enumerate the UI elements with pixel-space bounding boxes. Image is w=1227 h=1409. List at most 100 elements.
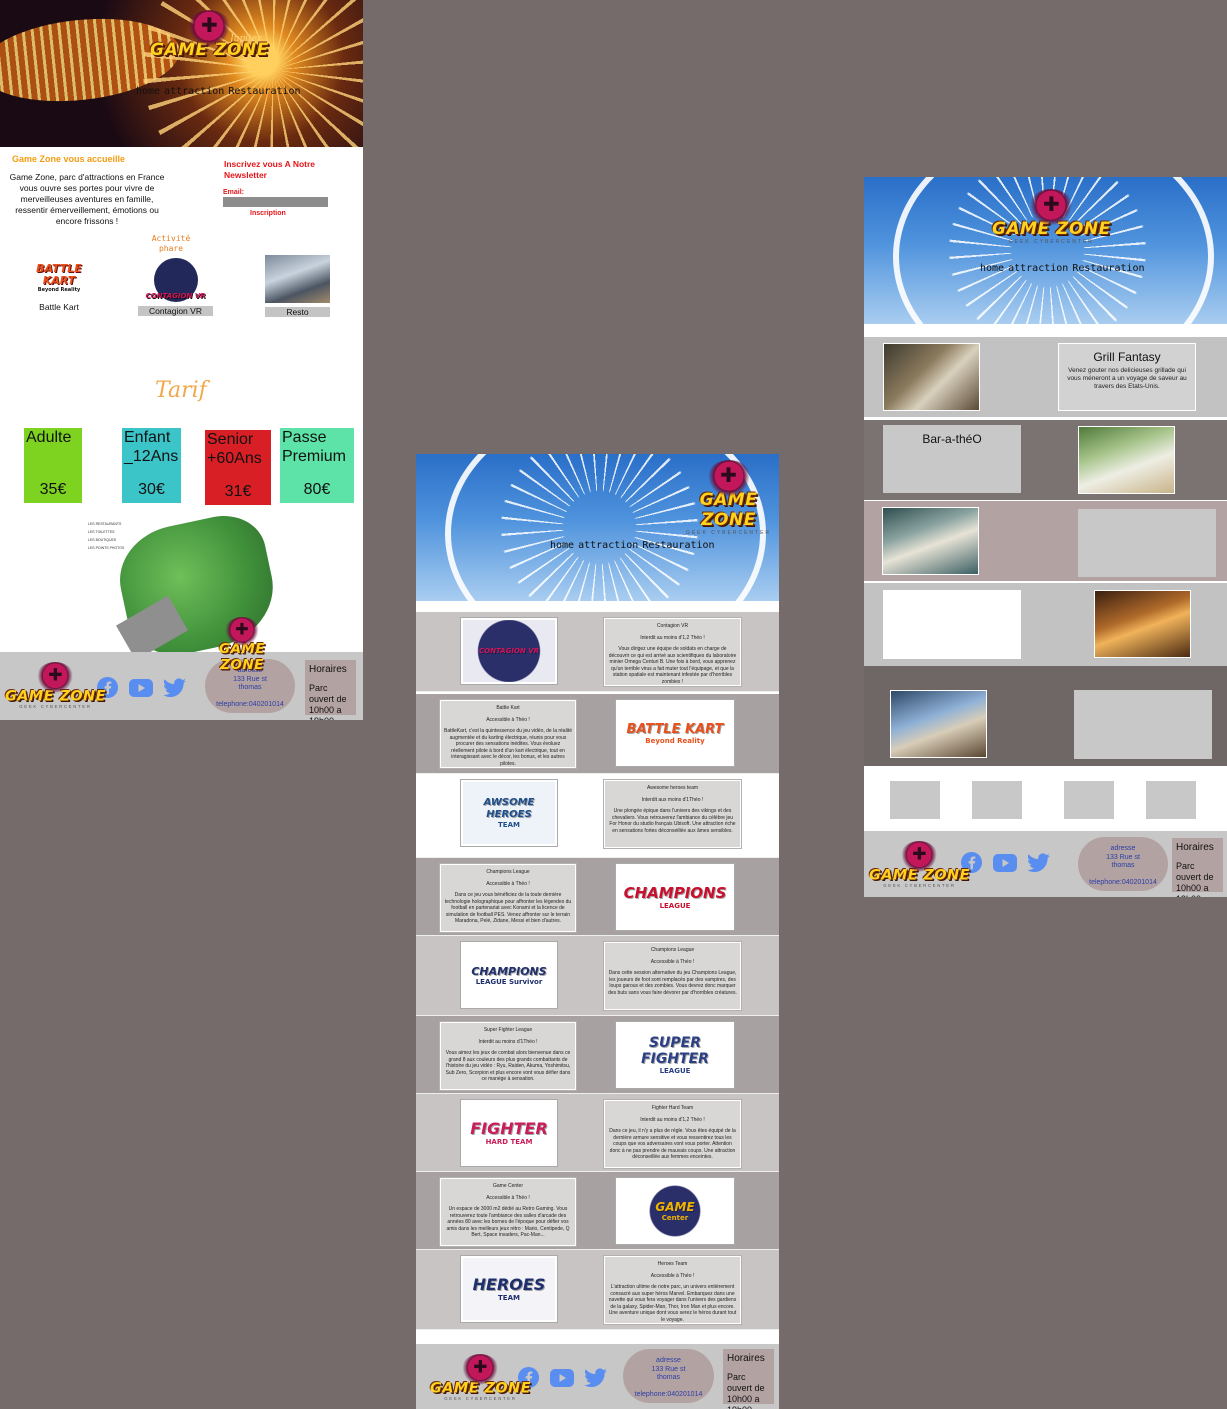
gamepad-icon (900, 841, 939, 872)
attraction-logo[interactable]: BATTLE KART Beyond Reality (615, 699, 735, 767)
price-adulte: Adulte 35€ (24, 428, 82, 503)
main-nav: home attraction Restauration (550, 540, 719, 551)
resto-photo (265, 255, 330, 303)
resto-row (864, 583, 1227, 666)
main-nav: home attraction Restauration (136, 86, 305, 97)
email-input[interactable] (223, 197, 328, 207)
price-passe-premium: Passe Premium 80€ (280, 428, 354, 503)
hero-banner-sky: GAME ZONE GEEK CYBERCENTER home attractio… (864, 177, 1227, 324)
jupiter-sign: Jupiter (230, 34, 262, 44)
phone-link[interactable]: telephone:040201014 (623, 1391, 714, 1400)
attraction-logo[interactable]: HEROES TEAM (460, 1255, 558, 1323)
grill-fantasy-card[interactable]: Grill Fantasy Venez gouter nos delicieus… (1058, 343, 1196, 411)
activity-resto[interactable]: Resto (265, 255, 330, 317)
bar-a-theo-title: Bar-a-théO (922, 432, 982, 446)
footer-logo[interactable]: GAME ZONE GEEK CYBERCENTER (5, 662, 106, 710)
attraction-description: Game Center Accessible à Théo ! Un espace … (439, 1177, 577, 1247)
attraction-logo[interactable]: CONTAGION VR (460, 617, 558, 685)
hero-banner-night: GAME ZONE Jupiter homeattractionRestaura… (0, 0, 363, 147)
footer-logo[interactable]: GAME ZONE GEEK CYBERCENTER (869, 841, 970, 889)
featured-title: Activité phare (151, 234, 191, 253)
attraction-row: HEROES TEAM Heroes Team Accessible à Théo !… (416, 1250, 779, 1330)
contagion-vr-logo: CONTAGION VR (138, 258, 213, 302)
resto-thumb[interactable] (1146, 781, 1196, 819)
resto-row (864, 501, 1227, 581)
social-links (96, 676, 186, 699)
resto-thumb[interactable] (890, 781, 940, 819)
twitter-icon[interactable] (163, 678, 186, 698)
main-nav: home attraction Restauration (980, 263, 1149, 274)
address-pill: adresse 133 Rue st thomas telephone:0402… (1078, 837, 1168, 891)
nav-attraction[interactable]: attraction (1008, 263, 1068, 274)
home-page: GAME ZONE Jupiter home attraction Restaura… (0, 0, 363, 720)
attraction-description: Contagion VR Interdit au moins d'1,2 Théo… (603, 617, 742, 687)
social-links (960, 851, 1050, 874)
attractions-page: GAME ZONE GEEK CYBERCENTER home attractio… (416, 454, 779, 1409)
game-zone-logo[interactable]: GAME ZONE GEEK CYBERCENTER (678, 460, 779, 536)
hours-box: Horaires Parc ouvert de 10h00 a 19h00 (1172, 838, 1223, 897)
attraction-row: AWSOME HEROES TEAM Awesome heroes team Inte… (416, 774, 779, 858)
resto-thumb[interactable] (972, 781, 1022, 819)
attraction-row: SUPER FIGHTER LEAGUE Super Fighter League I… (416, 1016, 779, 1094)
nav-home[interactable]: home (136, 86, 160, 97)
activity-battle-kart[interactable]: BATTLE KART Beyond Reality Battle Kart (28, 258, 90, 313)
bar-a-theo-card[interactable]: Bar-a-théO (883, 425, 1021, 493)
footer: GAME ZONE GEEK CYBERCENTER adresse 133 R… (0, 652, 363, 720)
attraction-row: CONTAGION VR Contagion VR Interdit au moin… (416, 612, 779, 692)
youtube-icon[interactable] (993, 853, 1017, 872)
attraction-row: CHAMPIONS LEAGUE Survivor Champions League… (416, 936, 779, 1016)
nav-attraction[interactable]: attraction (578, 540, 638, 551)
welcome-title: Game Zone vous accueille (12, 154, 126, 164)
nav-home[interactable]: home (980, 263, 1004, 274)
attraction-logo[interactable]: AWSOME HEROES TEAM (460, 779, 558, 847)
gamepad-icon (706, 460, 751, 496)
hours-box: Horaires Parc ouvert de 10h00 a 19h00 (723, 1349, 774, 1409)
resto-card[interactable] (1078, 509, 1216, 577)
attraction-logo[interactable]: GAME Center (615, 1177, 735, 1245)
nav-attraction[interactable]: attraction (164, 86, 224, 97)
attraction-description: Champions League Accessible à Théo ! Dans … (439, 863, 577, 933)
footer: GAME ZONE GEEK CYBERCENTER adresse 133 R… (864, 831, 1227, 897)
attraction-logo[interactable]: FIGHTER HARD TEAM (460, 1099, 558, 1167)
newsletter-title: Inscrivez vous A Notre Newsletter (224, 159, 316, 180)
nav-restauration[interactable]: Restauration (642, 540, 714, 551)
park-map[interactable]: LES RESTAURANTS LES TOILETTES LES BOUTIQUE… (88, 507, 284, 673)
grill-fantasy-text: Venez gouter nos delicieuses grillade qu… (1067, 367, 1187, 390)
attraction-logo[interactable]: SUPER FIGHTER LEAGUE (615, 1021, 735, 1089)
restauration-page: GAME ZONE GEEK CYBERCENTER home attractio… (864, 177, 1227, 897)
twitter-icon[interactable] (1027, 853, 1050, 873)
email-label: Email: (223, 189, 245, 196)
twitter-icon[interactable] (584, 1368, 607, 1388)
resto-card[interactable] (1074, 690, 1212, 759)
welcome-text: Game Zone, parc d'attractions en France … (9, 172, 165, 226)
attraction-logo[interactable]: CHAMPIONS LEAGUE (615, 863, 735, 931)
attraction-row: CHAMPIONS LEAGUE Champions League Accessibl… (416, 858, 779, 936)
attraction-row: GAME Center Game Center Accessible à Théo !… (416, 1172, 779, 1250)
youtube-icon[interactable] (550, 1368, 574, 1387)
attraction-description: Battle Kart Accessible à Théo ! BattleKart… (439, 699, 577, 769)
attraction-logo[interactable]: CHAMPIONS LEAGUE Survivor (460, 941, 558, 1009)
footer: GAME ZONE GEEK CYBERCENTER adresse 133 R… (416, 1344, 779, 1409)
resto-photo (1078, 426, 1175, 494)
price-enfant: Enfant _12Ans 30€ (122, 428, 181, 503)
nav-home[interactable]: home (550, 540, 574, 551)
phone-link[interactable]: telephone:040201014 (205, 701, 295, 710)
price-senior: Senior +60Ans 31€ (205, 430, 271, 505)
attraction-description: Heroes Team Accessible à Théo ! L'attracti… (603, 1255, 742, 1325)
attraction-description: Awesome heroes team Interdit aux moins d'… (603, 779, 742, 849)
phone-link[interactable]: telephone:040201014 (1078, 879, 1168, 888)
tarif-title: Tarif (155, 378, 207, 403)
youtube-icon[interactable] (129, 678, 153, 697)
nav-restauration[interactable]: Restauration (1072, 263, 1144, 274)
resto-thumb[interactable] (1064, 781, 1114, 819)
nav-restauration[interactable]: Restauration (228, 86, 300, 97)
activity-contagion-vr[interactable]: CONTAGION VR Contagion VR (138, 258, 213, 316)
gamepad-icon (224, 617, 260, 646)
subscribe-button[interactable]: Inscription (250, 210, 286, 217)
map-legend: LES RESTAURANTS LES TOILETTES LES BOUTIQUE… (88, 522, 125, 550)
resto-card[interactable] (883, 590, 1021, 659)
resto-photo (883, 343, 980, 411)
footer-logo[interactable]: GAME ZONE GEEK CYBERCENTER (430, 1354, 531, 1402)
game-zone-logo[interactable]: GAME ZONE GEEK CYBERCENTER (992, 189, 1111, 245)
battle-kart-logo: BATTLE KART Beyond Reality (36, 262, 82, 294)
